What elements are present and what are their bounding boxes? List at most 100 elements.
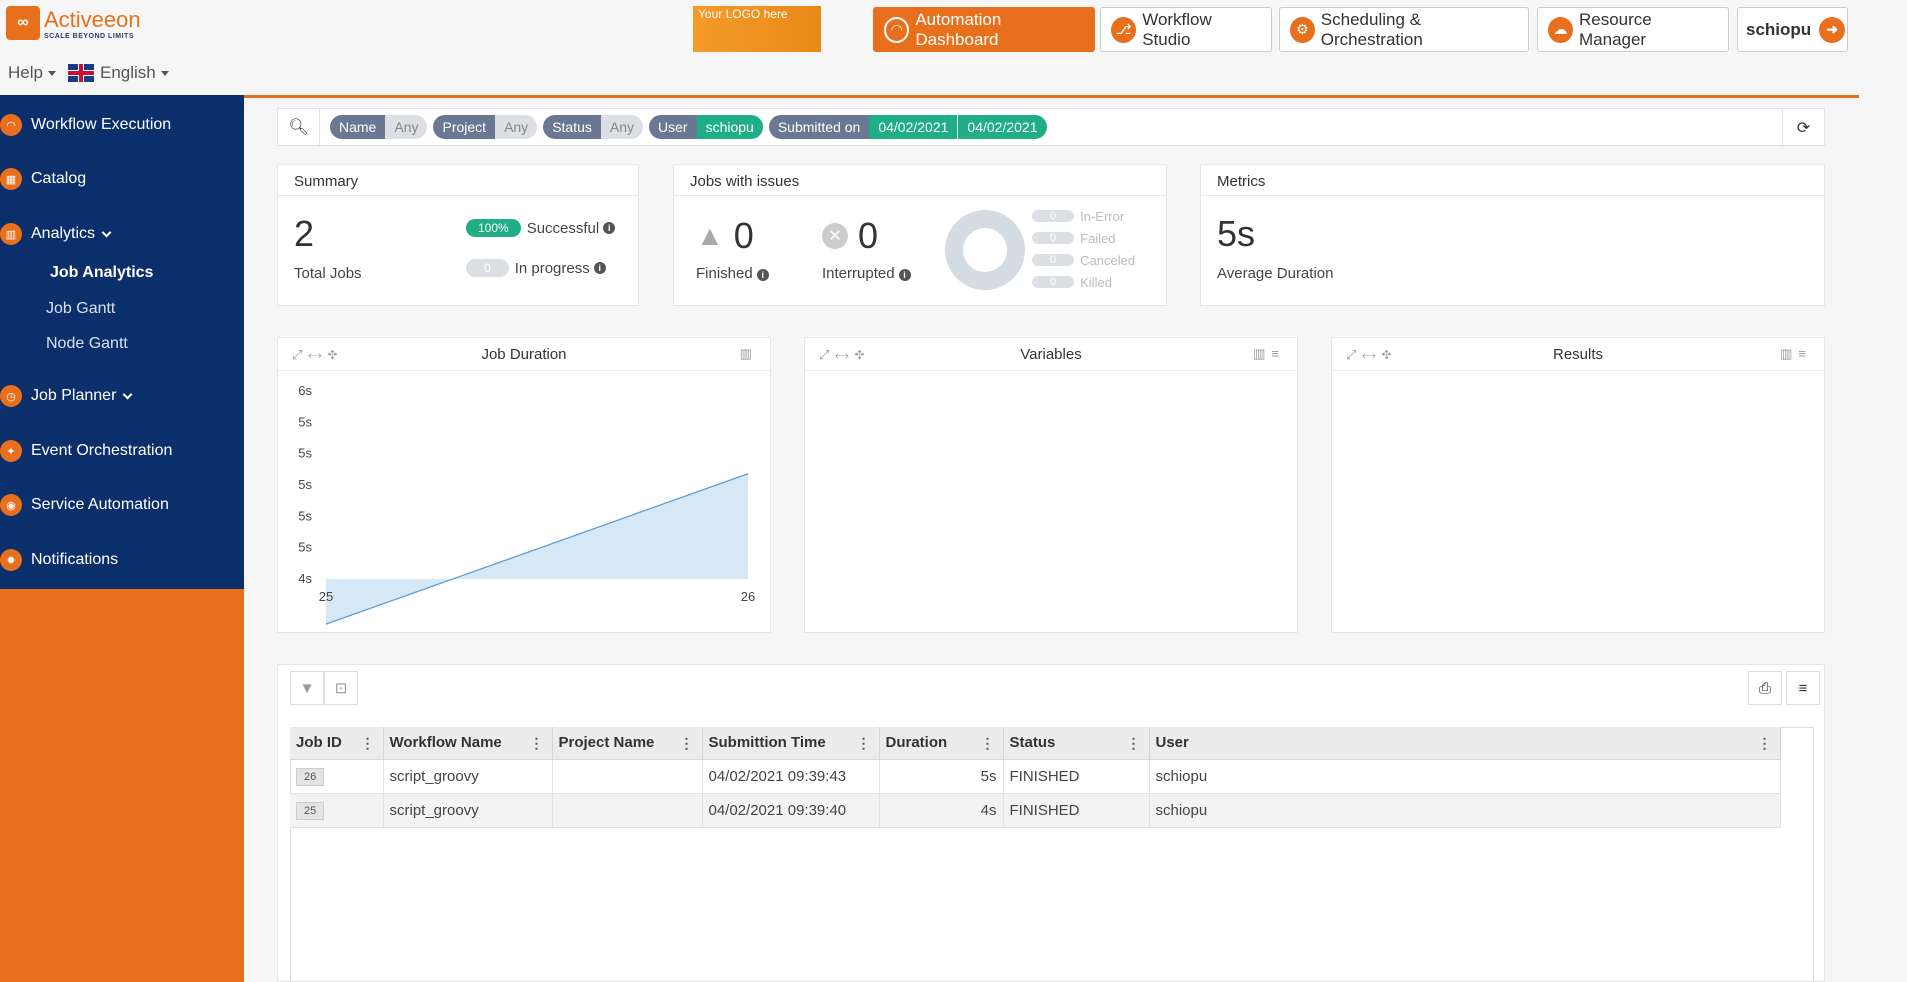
card-title: Summary (278, 165, 638, 196)
column-menu-icon[interactable]: ⋮ (530, 735, 544, 752)
filter-chip-project[interactable]: Project Any (433, 115, 538, 139)
filter-chip-status[interactable]: Status Any (543, 115, 644, 139)
table-row[interactable]: 25 script_groovy 04/02/2021 09:39:40 4s … (290, 793, 1781, 828)
filter-key: User (649, 115, 697, 139)
print-icon[interactable]: ⎙ (1748, 671, 1782, 705)
nav-automation-dashboard[interactable]: ◠ Automation Dashboard (873, 7, 1095, 52)
sidebar-item-analytics[interactable]: ▥ Analytics (0, 219, 112, 249)
info-icon[interactable]: i (756, 269, 769, 281)
chart-title: Variables (1020, 345, 1082, 363)
table-row[interactable]: 26 script_groovy 04/02/2021 09:39:43 5s … (290, 759, 1781, 794)
filter-key: Project (433, 115, 496, 139)
job-id-badge: 25 (296, 801, 325, 820)
catalog-icon: ▦ (0, 168, 22, 190)
filter-key: Submitted on (768, 115, 870, 139)
cloud-icon: ☁ (1548, 16, 1573, 43)
y-tick-label: 6s (298, 383, 312, 398)
x-tick-label: 26 (741, 589, 755, 604)
sidebar-item-catalog[interactable]: ▦ Catalog (0, 164, 86, 194)
custom-logo-placeholder: Your LOGO here (693, 6, 821, 52)
nav-scheduling-orchestration[interactable]: ⚙ Scheduling & Orchestration (1279, 7, 1529, 52)
col-status[interactable]: Status ⋮ (1003, 727, 1150, 760)
chart-resize-controls[interactable]: ⤢⟷✥ (1346, 347, 1398, 363)
speedometer-icon: ◠ (884, 16, 910, 43)
filter-chip-user[interactable]: User schiopu (649, 115, 763, 139)
help-menu[interactable]: Help (8, 63, 56, 83)
sidebar-sub-job-analytics[interactable]: Job Analytics (50, 264, 153, 282)
nav-resource-manager[interactable]: ☁ Resource Manager (1537, 7, 1729, 52)
in-progress-stat: 0 In progress i (466, 259, 606, 277)
sidebar-item-event-orchestration[interactable]: ✦ Event Orchestration (0, 436, 172, 466)
sidebar-item-service-automation[interactable]: ◉ Service Automation (0, 490, 169, 520)
col-user[interactable]: User ⋮ (1149, 727, 1781, 760)
legend-label: Failed (1080, 230, 1116, 246)
sidebar-sub-node-gantt[interactable]: Node Gantt (46, 335, 128, 353)
nav-workflow-studio[interactable]: ⎇ Workflow Studio (1100, 7, 1272, 52)
chart-header: ⤢⟷✥ Results ▥≡ (1332, 338, 1824, 371)
sidebar-sub-job-gantt[interactable]: Job Gantt (46, 300, 115, 318)
column-menu-icon[interactable]: ⋮ (1127, 735, 1141, 752)
user-logout-button[interactable]: schiopu ➜ (1737, 7, 1848, 52)
chart-resize-controls[interactable]: ⤢⟷✥ (292, 347, 344, 363)
filter-value-to: 04/02/2021 (957, 115, 1047, 139)
filter-chip-submitted-on[interactable]: Submitted on 04/02/2021 04/02/2021 (768, 115, 1047, 139)
info-icon[interactable]: i (593, 262, 606, 274)
col-job-id[interactable]: Job ID ⋮ (290, 727, 384, 760)
chart-toggle-icons[interactable]: ▥≡ (1780, 346, 1812, 362)
finished-label: Finished (696, 265, 753, 282)
jobs-table-panel: ▼ ⊡ ⎙ ≡ Job ID ⋮ Workflow Name ⋮ Project N… (277, 664, 1825, 982)
sidebar-item-notifications[interactable]: ✹ Notifications (0, 545, 118, 575)
cell-job-id: 26 (290, 759, 384, 794)
successful-badge: 100% (466, 219, 521, 237)
col-workflow-name[interactable]: Workflow Name ⋮ (383, 727, 553, 760)
filter-key: Name (330, 115, 386, 139)
chart-toggle-icons[interactable]: ▥≡ (1253, 346, 1285, 362)
filter-icon[interactable]: ▼ (290, 671, 324, 705)
legend-label: Killed (1080, 274, 1112, 290)
column-menu-icon[interactable]: ⋮ (361, 735, 375, 752)
bar-chart-icon[interactable]: ▥ (740, 346, 758, 362)
filter-chip-name[interactable]: Name Any (330, 115, 428, 139)
pulse-icon: ✦ (0, 440, 22, 462)
interrupted-label: Interrupted (822, 265, 895, 282)
col-label: Project Name (558, 734, 655, 752)
language-selector[interactable]: English (68, 63, 169, 83)
sidebar-item-label: Catalog (31, 170, 87, 187)
column-menu-icon[interactable]: ⋮ (981, 735, 995, 752)
col-label: Duration (885, 734, 948, 752)
info-icon[interactable]: i (603, 222, 616, 234)
filter-value: Any (385, 115, 428, 139)
col-project-name[interactable]: Project Name ⋮ (552, 727, 703, 760)
cell-duration: 4s (879, 793, 1004, 828)
column-menu-icon[interactable]: ⋮ (857, 735, 871, 752)
col-label: Submittion Time (708, 734, 826, 752)
sidebar-nav: ◠ Workflow Execution ▦ Catalog ▥ Analytics … (0, 95, 244, 589)
sidebar-item-workflow-execution[interactable]: ◠ Workflow Execution (0, 110, 171, 140)
total-jobs-value: 2 (294, 213, 315, 254)
col-submission-time[interactable]: Submittion Time ⋮ (702, 727, 880, 760)
column-menu-icon[interactable]: ⋮ (680, 735, 694, 752)
nav-label: Resource Manager (1579, 9, 1652, 49)
help-label: Help (8, 63, 43, 82)
menu-icon[interactable]: ≡ (1786, 671, 1820, 705)
sidebar-item-job-planner[interactable]: ◷ Job Planner (0, 381, 133, 411)
issues-legend: 0 In-Error 0 Failed 0 Canceled 0 Killed (1032, 205, 1135, 293)
cell-duration: 5s (879, 759, 1004, 794)
legend-in-error: 0 In-Error (1032, 205, 1135, 227)
clear-filter-icon[interactable]: ⊡ (324, 671, 358, 705)
refresh-icon[interactable]: ⟳ (1782, 109, 1824, 147)
successful-label: Successful (526, 219, 600, 237)
chevron-down-icon (122, 389, 133, 399)
legend-label: In-Error (1080, 208, 1125, 224)
column-menu-icon[interactable]: ⋮ (1758, 735, 1772, 752)
nav-label: Scheduling & Orchestration (1320, 9, 1423, 49)
activeeon-logo[interactable]: ∞ Activeeon SCALE BEYOND LIMITS (6, 6, 141, 40)
page: ∞ Activeeon SCALE BEYOND LIMITS Help Eng… (0, 0, 1907, 982)
col-duration[interactable]: Duration ⋮ (879, 727, 1004, 760)
chart-resize-controls[interactable]: ⤢⟷✥ (819, 347, 871, 363)
info-icon[interactable]: i (898, 269, 911, 281)
username: schiopu (1746, 19, 1812, 39)
nav-label: Workflow Studio (1142, 9, 1212, 49)
search-icon[interactable]: 🔍︎ (278, 108, 320, 146)
cell-project (552, 793, 703, 828)
